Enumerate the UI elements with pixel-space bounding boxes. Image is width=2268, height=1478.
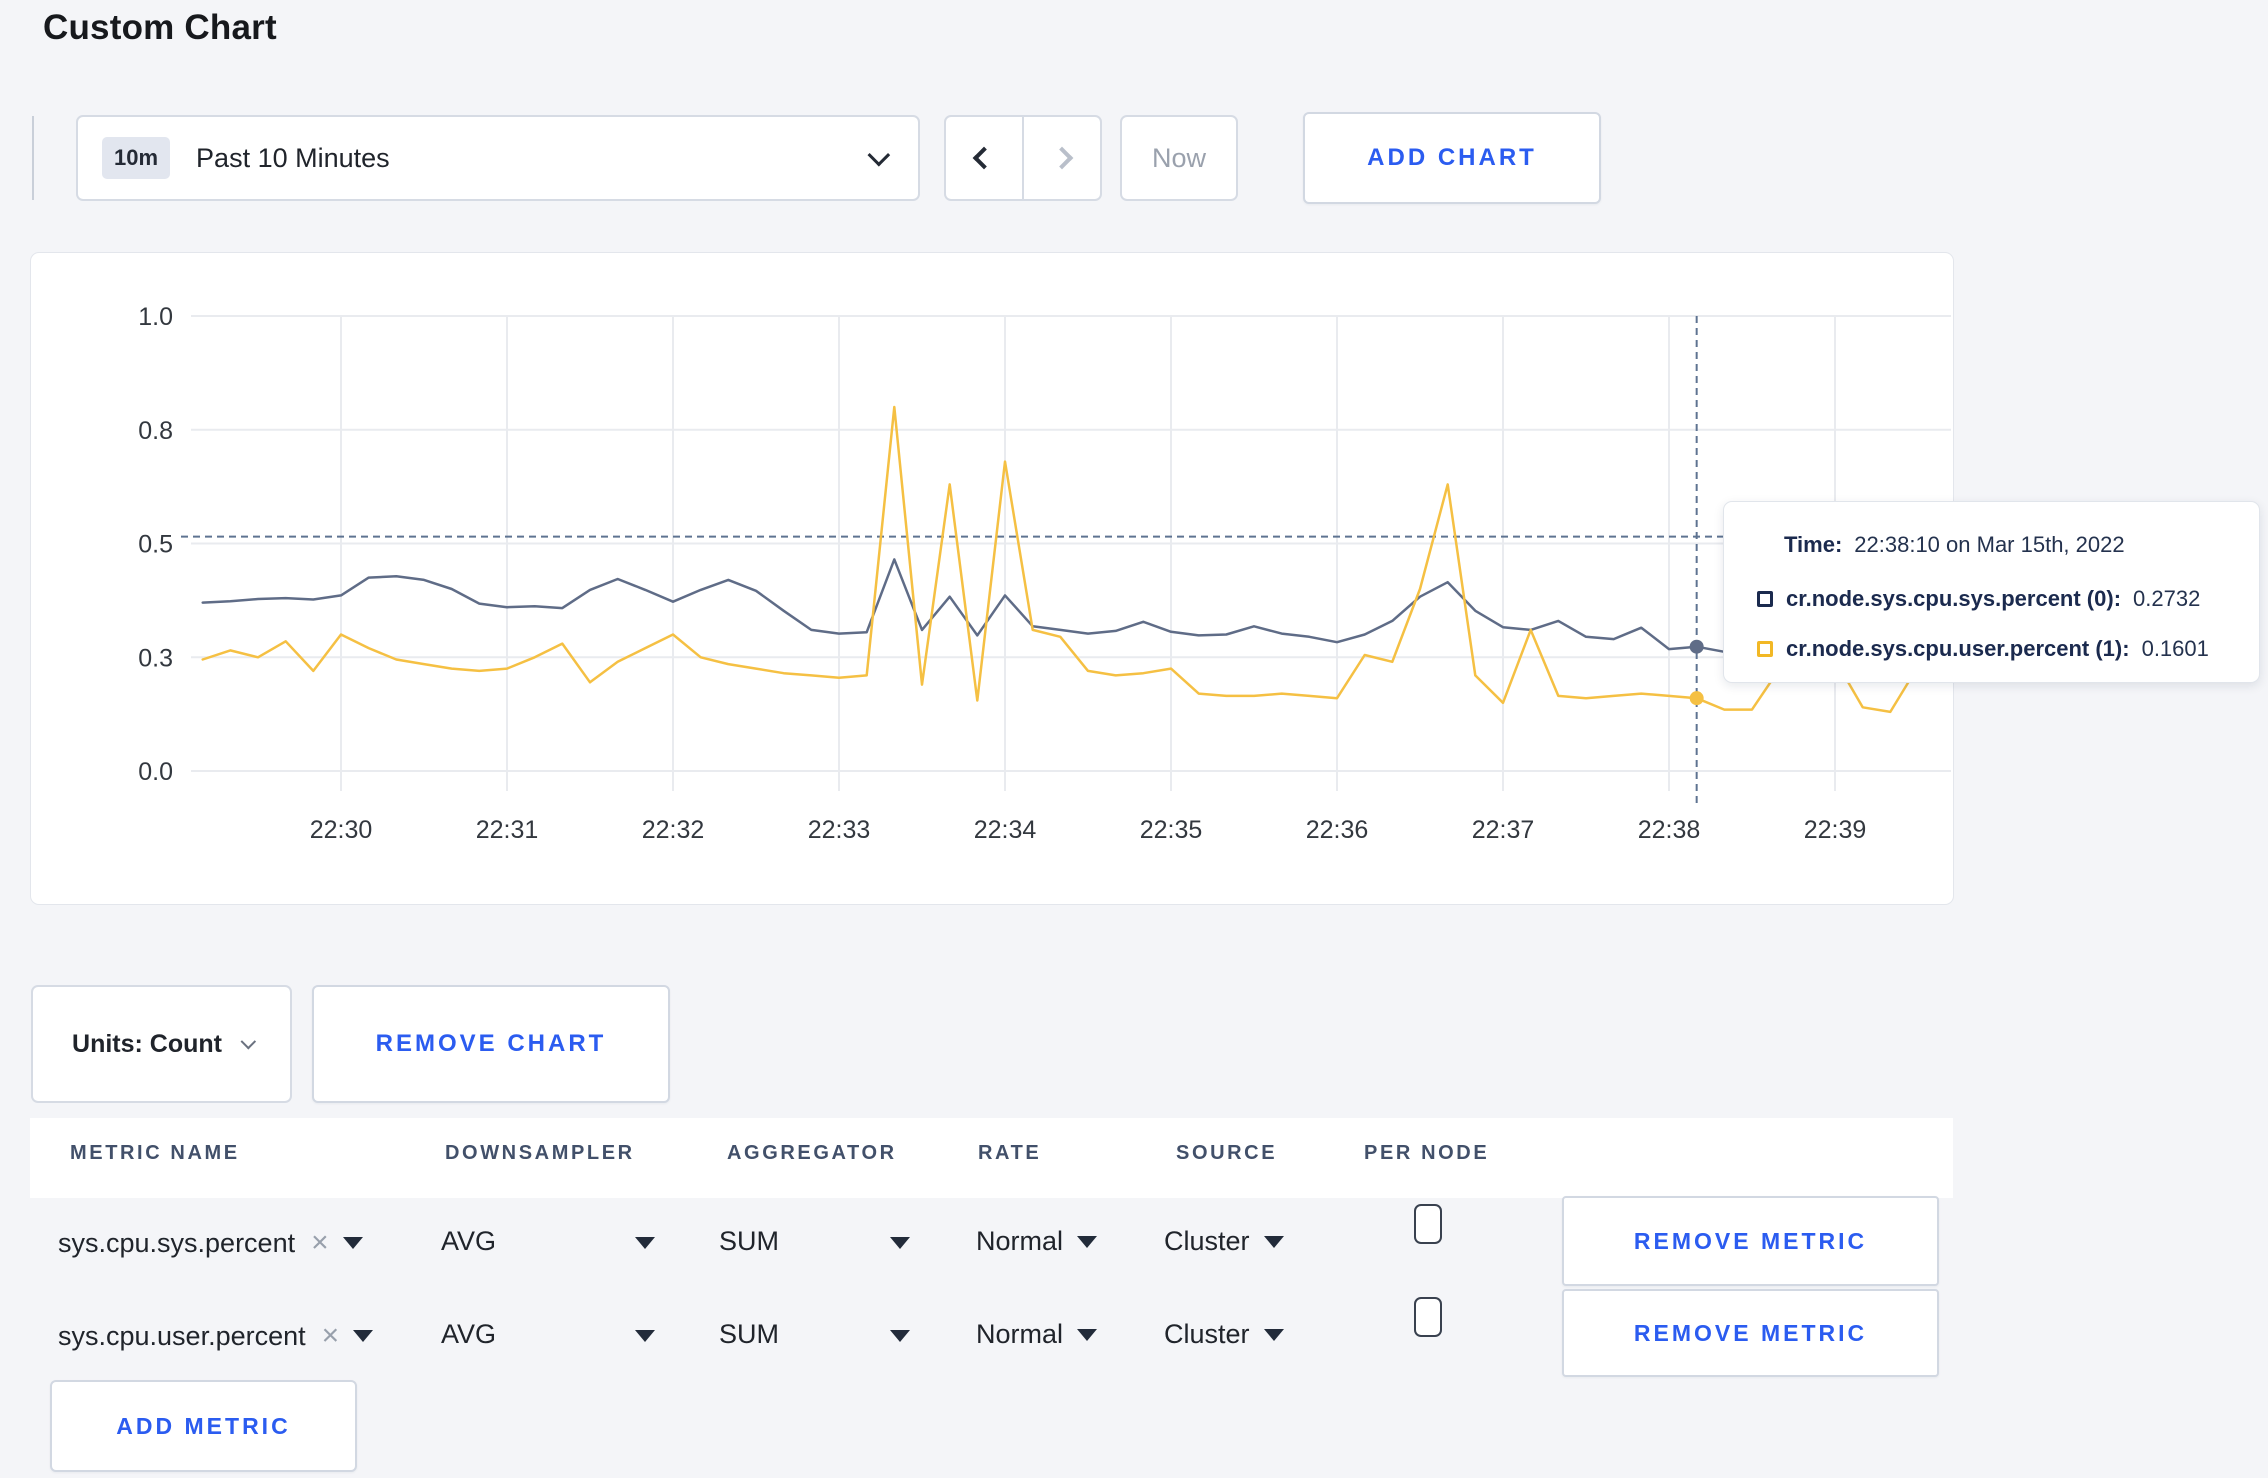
page-title: Custom Chart <box>43 8 277 47</box>
metric-name-cell[interactable]: sys.cpu.sys.percent × <box>58 1226 363 1260</box>
svg-text:0.5: 0.5 <box>138 531 173 559</box>
caret-down-icon[interactable] <box>353 1330 374 1342</box>
header-downsampler: DOWNSAMPLER <box>445 1142 635 1164</box>
caret-down-icon[interactable] <box>890 1330 910 1342</box>
series-user-legend-icon <box>1757 641 1773 657</box>
now-button[interactable]: Now <box>1120 115 1238 201</box>
time-range-select[interactable]: 10m Past 10 Minutes <box>76 115 920 201</box>
tooltip-series-sys-name: cr.node.sys.cpu.sys.percent (0): <box>1786 586 2122 611</box>
svg-text:22:37: 22:37 <box>1472 816 1535 844</box>
cpu-line-chart[interactable]: 1.0 0.8 0.5 0.3 0.0 22:30 22:31 22:32 22:33 22:34… <box>31 253 1955 906</box>
tooltip-time-label: Time: <box>1784 532 1843 557</box>
next-timespan-button[interactable] <box>1022 117 1100 199</box>
caret-down-icon <box>1077 1235 1098 1248</box>
chart-tooltip: Time: 22:38:10 on Mar 15th, 2022 cr.node… <box>1723 501 2260 683</box>
svg-text:22:30: 22:30 <box>310 816 373 844</box>
toolbar-divider <box>32 116 34 200</box>
header-rate: RATE <box>978 1142 1042 1164</box>
svg-text:22:35: 22:35 <box>1140 816 1203 844</box>
aggregator-select[interactable]: SUM <box>719 1226 779 1257</box>
source-select[interactable]: Cluster <box>1164 1226 1284 1257</box>
caret-down-icon <box>1263 1328 1284 1341</box>
tooltip-series-user-name: cr.node.sys.cpu.user.percent (1): <box>1786 636 2130 661</box>
svg-text:0.0: 0.0 <box>138 758 173 786</box>
caret-down-icon <box>1077 1328 1098 1341</box>
header-source: SOURCE <box>1176 1142 1278 1164</box>
metrics-table-header: METRIC NAME DOWNSAMPLER AGGREGATOR RATE … <box>30 1118 1953 1198</box>
chevron-right-icon <box>1050 146 1074 170</box>
time-nav-group <box>944 115 1102 201</box>
series-sys-legend-icon <box>1757 591 1773 607</box>
caret-down-icon[interactable] <box>890 1237 910 1249</box>
rate-select[interactable]: Normal <box>976 1319 1098 1350</box>
svg-text:22:39: 22:39 <box>1804 816 1867 844</box>
metric-name-cell[interactable]: sys.cpu.user.percent × <box>58 1319 374 1353</box>
custom-chart-page: Custom Chart 10m Past 10 Minutes Now ADD… <box>0 0 2268 1478</box>
source-select[interactable]: Cluster <box>1164 1319 1284 1350</box>
remove-metric-button[interactable]: REMOVE METRIC <box>1562 1289 1939 1377</box>
caret-down-icon[interactable] <box>342 1237 363 1249</box>
units-label: Units: Count <box>72 1029 222 1058</box>
add-chart-button[interactable]: ADD CHART <box>1303 112 1601 204</box>
caret-down-icon[interactable] <box>635 1237 655 1249</box>
rate-select[interactable]: Normal <box>976 1226 1098 1257</box>
aggregator-select[interactable]: SUM <box>719 1319 779 1350</box>
downsampler-select[interactable]: AVG <box>441 1319 496 1350</box>
svg-text:22:32: 22:32 <box>642 816 705 844</box>
tooltip-series-sys-value: 0.2732 <box>2133 586 2201 611</box>
header-per-node: PER NODE <box>1364 1142 1490 1164</box>
remove-metric-button[interactable]: REMOVE METRIC <box>1562 1196 1939 1286</box>
remove-chart-button[interactable]: REMOVE CHART <box>312 985 670 1103</box>
svg-text:0.8: 0.8 <box>138 417 173 445</box>
tooltip-time-value: 22:38:10 on Mar 15th, 2022 <box>1854 532 2125 557</box>
time-range-label: Past 10 Minutes <box>196 142 390 173</box>
svg-text:22:38: 22:38 <box>1638 816 1701 844</box>
svg-text:22:36: 22:36 <box>1306 816 1369 844</box>
add-metric-button[interactable]: ADD METRIC <box>50 1380 357 1472</box>
chevron-down-icon <box>867 143 891 167</box>
caret-down-icon[interactable] <box>635 1330 655 1342</box>
clear-metric-icon[interactable]: × <box>311 1226 329 1260</box>
units-select[interactable]: Units: Count <box>31 985 292 1103</box>
svg-text:0.3: 0.3 <box>138 644 173 672</box>
chart-card: 1.0 0.8 0.5 0.3 0.0 22:30 22:31 22:32 22:33 22:34… <box>30 252 1954 905</box>
chevron-down-icon <box>240 1033 257 1049</box>
prev-timespan-button[interactable] <box>946 117 1022 199</box>
chevron-left-icon <box>972 146 996 170</box>
header-metric-name: METRIC NAME <box>70 1142 240 1164</box>
time-range-badge: 10m <box>102 137 171 179</box>
downsampler-select[interactable]: AVG <box>441 1226 496 1257</box>
caret-down-icon <box>1263 1235 1284 1248</box>
svg-text:22:31: 22:31 <box>476 816 539 844</box>
per-node-checkbox[interactable] <box>1414 1297 1442 1337</box>
svg-text:22:33: 22:33 <box>808 816 871 844</box>
tooltip-series-user-value: 0.1601 <box>2141 636 2209 661</box>
header-aggregator: AGGREGATOR <box>727 1142 897 1164</box>
per-node-checkbox[interactable] <box>1414 1204 1442 1244</box>
svg-text:22:34: 22:34 <box>974 816 1037 844</box>
svg-text:1.0: 1.0 <box>138 303 173 331</box>
clear-metric-icon[interactable]: × <box>322 1319 340 1353</box>
